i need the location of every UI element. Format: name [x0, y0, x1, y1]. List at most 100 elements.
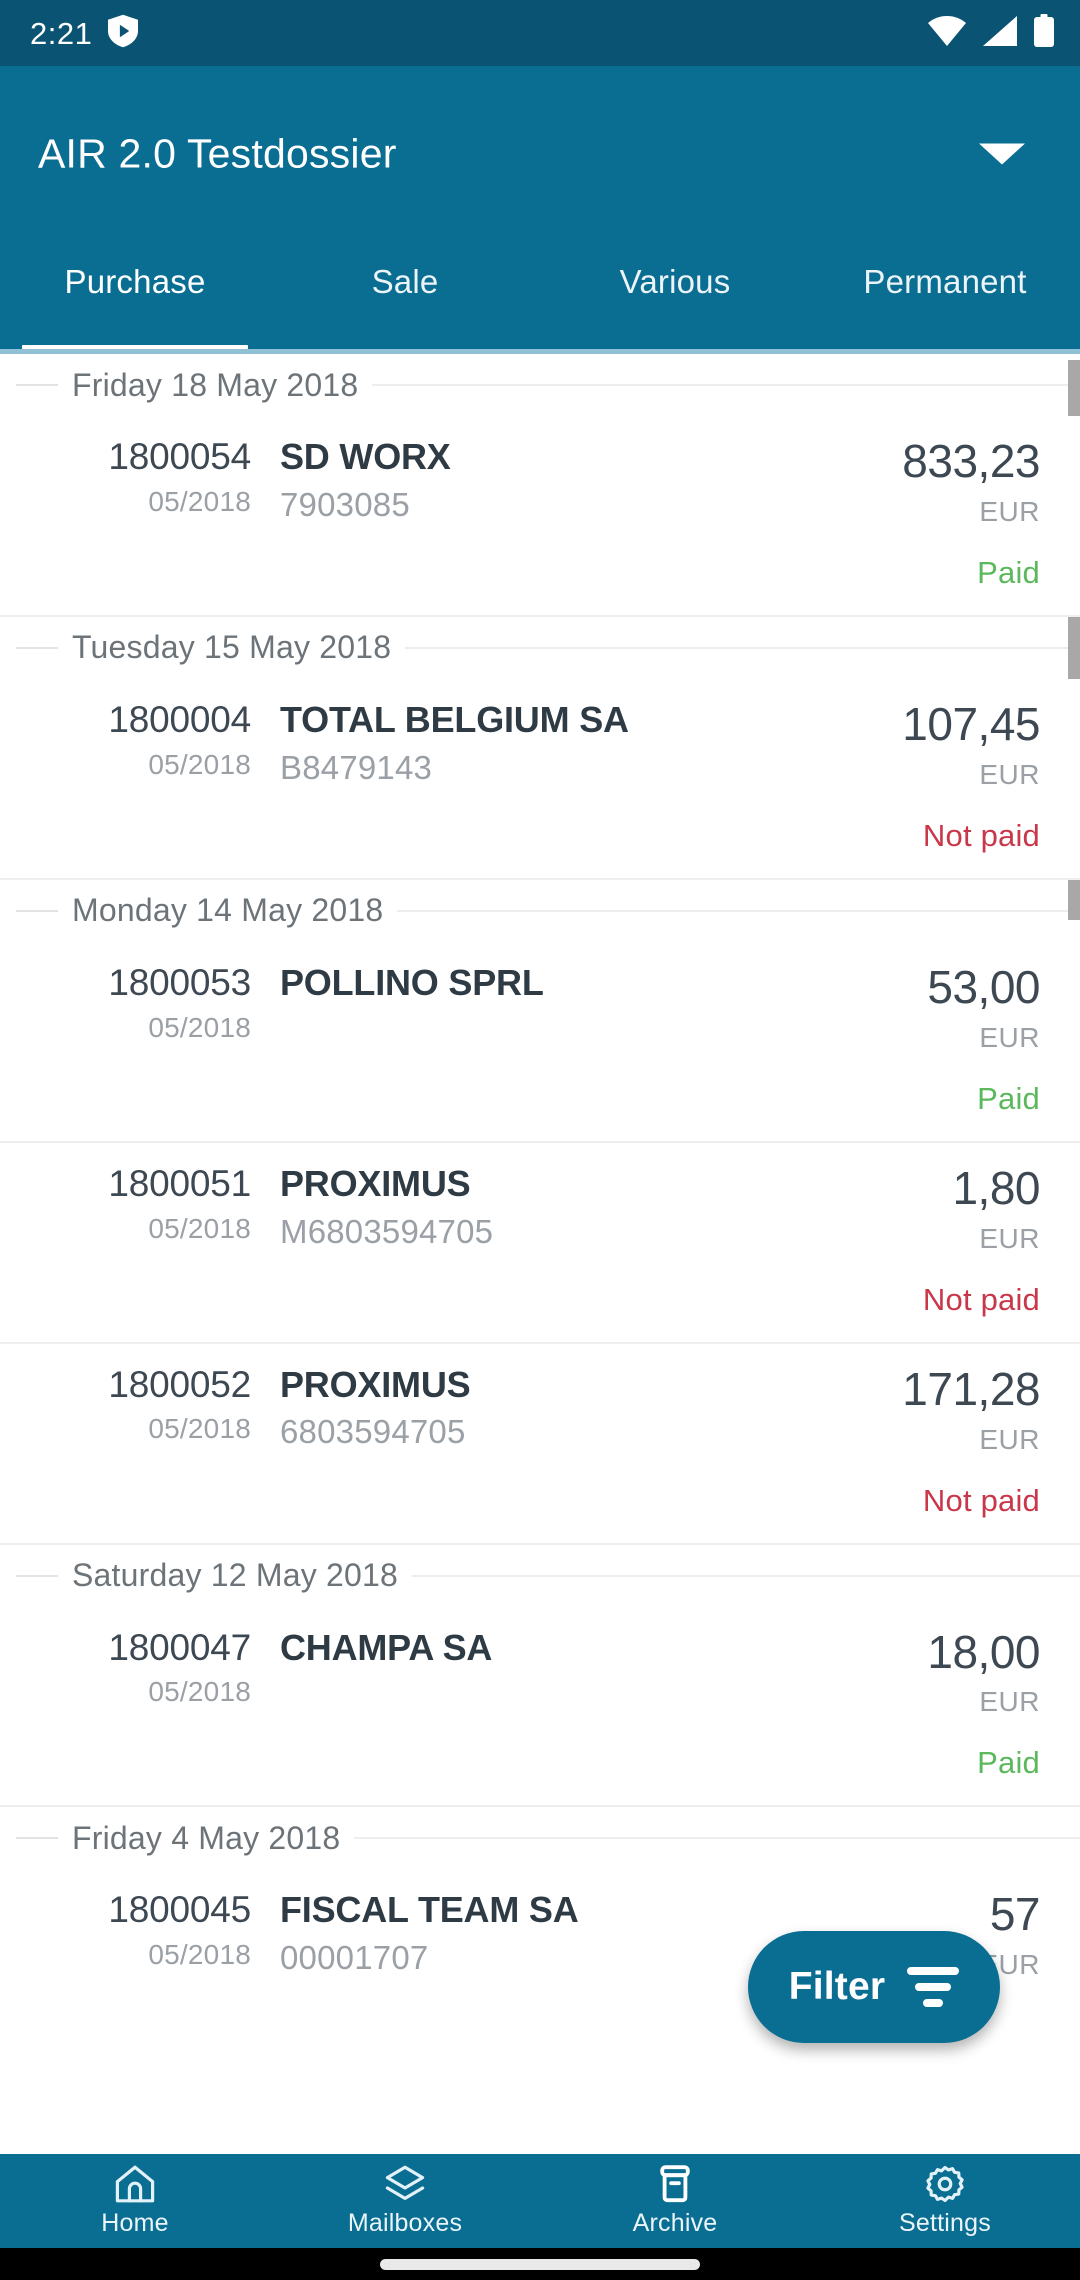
row-party-column: FISCAL TEAM SA 00001707 — [251, 1891, 810, 1977]
system-gesture-bar — [0, 2248, 1080, 2280]
filter-icon — [907, 1967, 960, 2007]
nav-item-home[interactable]: Home — [0, 2164, 270, 2238]
signal-icon — [983, 15, 1017, 51]
document-number: 1800052 — [108, 1363, 251, 1405]
currency-label: EUR — [979, 1021, 1040, 1053]
row-number-column: 1800054 05/2018 — [46, 437, 251, 518]
currency-label: EUR — [979, 1686, 1040, 1718]
status-bar-right-icons — [928, 14, 1054, 52]
tab-permanent[interactable]: Permanent — [810, 241, 1080, 354]
table-row[interactable]: 1800054 05/2018 SD WORX 7903085 833,23 EUR Pai… — [0, 416, 1080, 617]
date-group-label: Saturday 12 May 2018 — [72, 1557, 398, 1594]
tab-sale[interactable]: Sale — [270, 241, 540, 354]
row-party-column: PROXIMUS 6803594705 — [251, 1366, 810, 1452]
document-number: 1800053 — [108, 961, 251, 1003]
document-reference: M6803594705 — [280, 1212, 494, 1250]
amount-value: 107,45 — [902, 697, 1040, 750]
layers-icon — [384, 2164, 426, 2204]
document-period: 05/2018 — [148, 748, 251, 780]
chevron-down-icon[interactable] — [979, 143, 1025, 164]
nav-item-mailboxes-label: Mailboxes — [347, 2209, 463, 2237]
status-badge: Paid — [977, 1080, 1040, 1116]
document-period: 05/2018 — [148, 485, 251, 517]
nav-item-archive-label: Archive — [632, 2209, 718, 2237]
play-shield-icon — [108, 14, 139, 53]
row-party-column: SD WORX 7903085 — [251, 438, 810, 524]
status-bar-clock: 2:21 — [30, 15, 93, 51]
date-rule-left — [16, 646, 58, 649]
filter-button-label: Filter — [788, 1965, 886, 2008]
date-rule-left — [16, 384, 58, 386]
table-row[interactable]: 1800053 05/2018 POLLINO SPRL 53,00 EUR Paid — [0, 941, 1080, 1143]
tab-various-label: Various — [619, 263, 731, 300]
tab-permanent-label: Permanent — [863, 263, 1027, 300]
document-reference: 6803594705 — [280, 1413, 466, 1451]
currency-label: EUR — [979, 1423, 1040, 1455]
tab-sale-label: Sale — [371, 263, 439, 300]
gesture-pill[interactable] — [380, 2258, 700, 2270]
table-row[interactable]: 1800052 05/2018 PROXIMUS 6803594705 171,28 EU… — [0, 1343, 1080, 1545]
document-reference: 7903085 — [280, 485, 410, 523]
date-rule-right — [397, 909, 1080, 912]
date-rule-right — [372, 384, 1080, 386]
date-group-header: Friday 18 May 2018 — [0, 354, 1080, 416]
table-row[interactable]: 1800051 05/2018 PROXIMUS M6803594705 1,80 EUR… — [0, 1142, 1080, 1344]
nav-item-settings[interactable]: Settings — [810, 2164, 1080, 2238]
page-title: AIR 2.0 Testdossier — [38, 130, 397, 176]
date-rule-left — [16, 909, 58, 912]
bottom-navigation: Home Mailboxes Archive Settings — [0, 2154, 1080, 2248]
row-amount-column: 107,45 EUR Not paid — [810, 697, 1040, 854]
row-amount-column: 1,80 EUR Not paid — [810, 1161, 1041, 1318]
status-badge: Paid — [977, 554, 1040, 590]
date-group-header: Tuesday 15 May 2018 — [0, 617, 1080, 679]
document-reference: B8479143 — [280, 748, 433, 786]
date-rule-right — [354, 1837, 1080, 1840]
currency-label: EUR — [979, 495, 1040, 527]
row-number-column: 1800045 05/2018 — [46, 1891, 251, 1971]
date-rule-left — [16, 1837, 58, 1840]
nav-item-home-label: Home — [101, 2209, 169, 2237]
date-rule-right — [411, 1574, 1080, 1577]
document-list[interactable]: Friday 18 May 2018 1800054 05/2018 SD WORX 7… — [0, 354, 1080, 2154]
date-group-label: Monday 14 May 2018 — [72, 892, 384, 929]
row-number-column: 1800052 05/2018 — [46, 1363, 251, 1446]
table-row[interactable]: 1800004 05/2018 TOTAL BELGIUM SA B8479143 10… — [0, 678, 1080, 880]
amount-value: 53,00 — [927, 960, 1040, 1013]
status-bar-left-icons — [108, 14, 139, 53]
archive-box-icon — [654, 2164, 696, 2204]
nav-item-settings-label: Settings — [899, 2209, 991, 2237]
amount-value: 18,00 — [927, 1625, 1040, 1678]
party-name: PROXIMUS — [280, 1365, 471, 1404]
status-badge: Paid — [977, 1745, 1040, 1781]
party-name: POLLINO SPRL — [280, 963, 544, 1002]
table-row[interactable]: 1800047 05/2018 CHAMPA SA 18,00 EUR Paid — [0, 1606, 1080, 1808]
amount-value: 1,80 — [952, 1161, 1040, 1214]
document-period: 05/2018 — [148, 1011, 251, 1043]
nav-item-archive[interactable]: Archive — [540, 2164, 810, 2238]
tab-various[interactable]: Various — [540, 241, 810, 354]
row-party-column: PROXIMUS M6803594705 — [251, 1165, 810, 1251]
row-number-column: 1800004 05/2018 — [46, 698, 251, 781]
tab-bar: Purchase Sale Various Permanent — [0, 241, 1080, 354]
party-name: PROXIMUS — [280, 1164, 471, 1203]
battery-icon — [1034, 14, 1054, 52]
currency-label: EUR — [979, 758, 1040, 790]
document-number: 1800004 — [108, 698, 251, 740]
document-reference: 00001707 — [280, 1939, 429, 1977]
amount-value: 833,23 — [902, 435, 1040, 487]
party-name: FISCAL TEAM SA — [280, 1891, 579, 1930]
nav-item-mailboxes[interactable]: Mailboxes — [270, 2164, 540, 2238]
party-name: TOTAL BELGIUM SA — [280, 700, 629, 739]
date-group-label: Friday 18 May 2018 — [72, 366, 359, 403]
tab-purchase[interactable]: Purchase — [0, 241, 270, 354]
filter-button[interactable]: Filter — [748, 1931, 1000, 2043]
amount-value: 171,28 — [902, 1362, 1040, 1415]
wifi-icon — [928, 15, 966, 51]
party-name: SD WORX — [280, 438, 451, 476]
status-badge: Not paid — [922, 817, 1040, 853]
row-amount-column: 833,23 EUR Paid — [810, 438, 1040, 591]
currency-label: EUR — [979, 1222, 1040, 1254]
date-rule-left — [16, 1574, 58, 1577]
row-number-column: 1800053 05/2018 — [46, 961, 251, 1044]
status-badge: Not paid — [922, 1482, 1040, 1518]
